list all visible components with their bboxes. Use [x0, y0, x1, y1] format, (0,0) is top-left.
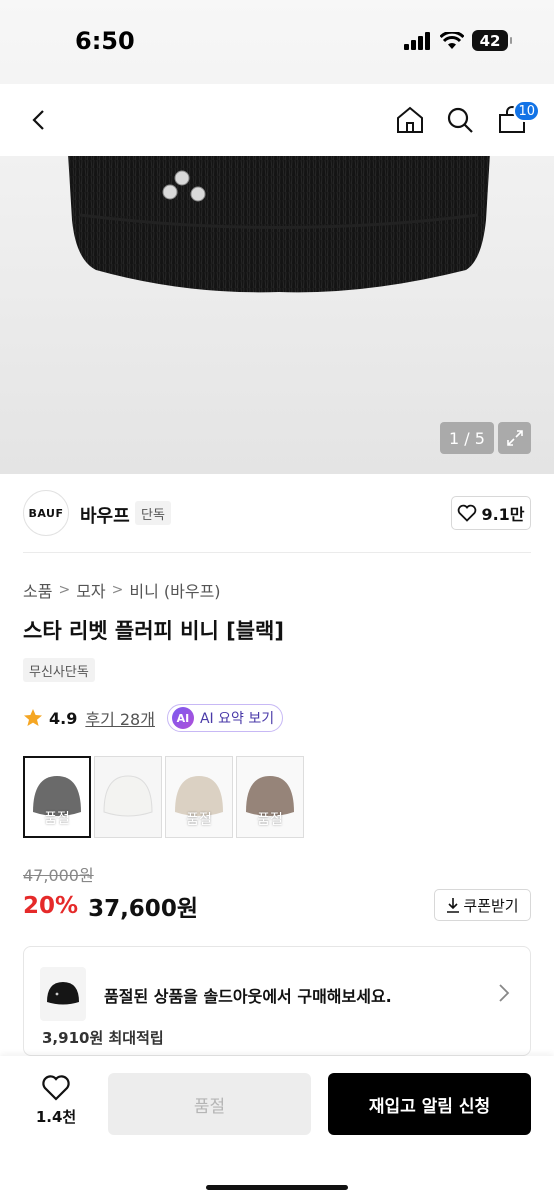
final-price: 37,600원	[88, 896, 198, 922]
chevron-left-icon	[32, 110, 44, 130]
review-count-link[interactable]: 후기 28개	[85, 706, 155, 730]
chevron-right-icon: >	[111, 582, 124, 598]
coupon-label: 쿠폰받기	[463, 896, 519, 915]
breadcrumb-item[interactable]: 모자	[76, 578, 105, 602]
coupon-button[interactable]: 쿠폰받기	[434, 889, 531, 921]
rating-row: 4.9 후기 28개 AI AI 요약 보기	[23, 704, 284, 732]
exclusive-tag: 무신사단독	[23, 658, 95, 682]
color-swatch[interactable]: 품절	[165, 756, 233, 838]
status-bar: 6:50 42	[0, 0, 554, 84]
search-icon	[447, 107, 473, 133]
ai-summary-label: AI 요약 보기	[199, 711, 275, 727]
battery-indicator: 42	[472, 30, 512, 51]
brand-exclusive-tag: 단독	[135, 501, 171, 525]
soldout-label: 품절	[25, 758, 89, 836]
chevron-right-icon: >	[58, 582, 71, 598]
wifi-icon	[440, 31, 464, 49]
color-options: 품절 품절 품절	[23, 756, 304, 838]
brand-name[interactable]: 바우프	[80, 502, 130, 528]
rating-score: 4.9	[49, 708, 78, 728]
price-row: 20% 37,600원	[23, 889, 198, 923]
heart-icon	[42, 1075, 70, 1101]
product-title: 스타 리벳 플러피 비니 [블랙]	[23, 619, 284, 643]
brand-like-button[interactable]: 9.1만	[451, 496, 531, 530]
heart-icon	[458, 504, 477, 522]
expand-icon	[506, 430, 523, 446]
breadcrumb-item[interactable]: 비니 (바우프)	[129, 578, 220, 602]
banner-text: 품절된 상품을 솔드아웃에서 구매해보세요.	[104, 987, 392, 1006]
soldout-label: 품절	[166, 757, 232, 837]
search-button[interactable]	[438, 98, 482, 142]
image-counter: 1 / 5	[440, 422, 494, 454]
download-icon	[447, 898, 460, 913]
color-swatch[interactable]: 품절	[23, 756, 91, 838]
color-swatch[interactable]: 품절	[236, 756, 304, 838]
status-time: 6:50	[75, 27, 135, 55]
points-text: 3,910원 최대적립	[42, 1029, 164, 1047]
top-navigation: 10	[0, 84, 554, 156]
cart-button[interactable]: 10	[490, 98, 540, 142]
home-indicator	[206, 1185, 348, 1190]
soldout-label: 품절	[237, 757, 303, 837]
cart-count-badge: 10	[513, 100, 540, 122]
home-icon	[397, 106, 423, 133]
home-button[interactable]	[388, 98, 432, 142]
signal-icon	[404, 31, 430, 50]
breadcrumb: 소품 > 모자 > 비니 (바우프)	[23, 578, 221, 602]
breadcrumb-item[interactable]: 소품	[23, 578, 52, 602]
divider	[23, 552, 531, 553]
bottom-action-bar: 1.4천 품절 재입고 알림 신청	[0, 1056, 554, 1200]
soldout-banner[interactable]: 품절된 상품을 솔드아웃에서 구매해보세요. 3,910원 최대적립	[23, 946, 531, 1056]
ai-icon: AI	[171, 707, 194, 729]
discount-rate: 20%	[23, 893, 79, 919]
soldout-button[interactable]: 품절	[108, 1073, 311, 1135]
banner-thumbnail	[40, 967, 86, 1021]
beanie-thumbnail	[47, 982, 79, 1005]
ai-summary-button[interactable]: AI AI 요약 보기	[166, 704, 284, 732]
expand-image-button[interactable]	[498, 422, 531, 454]
original-price: 47,000원	[23, 866, 94, 885]
wishlist-button[interactable]: 1.4천	[24, 1074, 88, 1138]
brand-logo[interactable]: BAUF	[23, 490, 69, 536]
chevron-right-icon	[499, 984, 510, 1002]
restock-alert-button[interactable]: 재입고 알림 신청	[328, 1073, 531, 1135]
star-icon	[24, 709, 42, 726]
brand-row: BAUF 바우프 단독 9.1만	[0, 488, 554, 540]
back-button[interactable]	[18, 98, 62, 142]
brand-like-count: 9.1만	[481, 505, 525, 524]
color-swatch[interactable]	[94, 756, 162, 838]
beanie-thumbnail	[103, 775, 153, 817]
wishlist-count: 1.4천	[35, 1108, 77, 1126]
